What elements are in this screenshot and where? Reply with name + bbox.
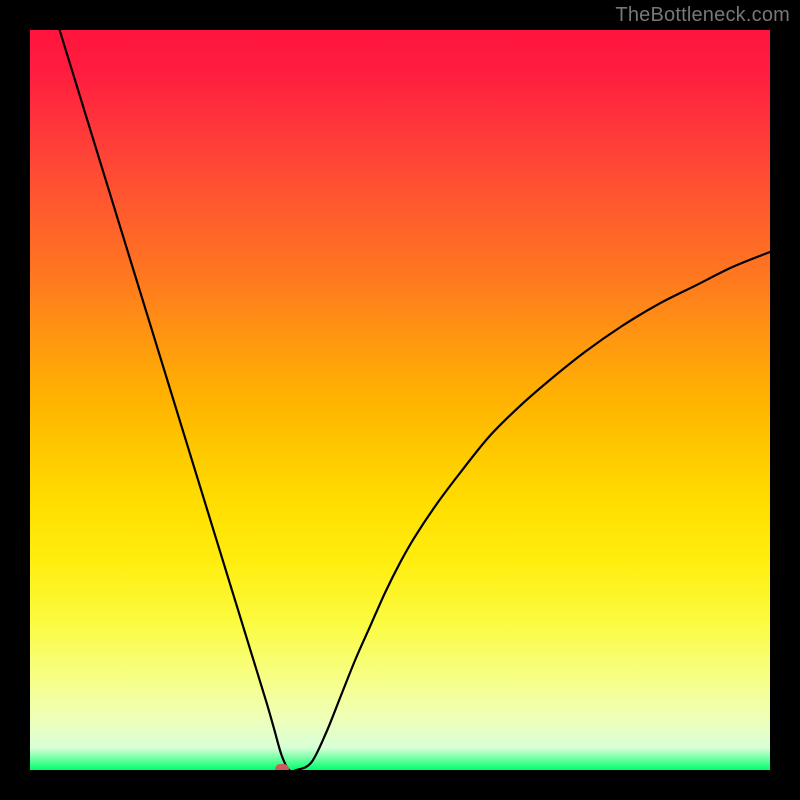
optimal-point-marker	[275, 764, 289, 770]
chart-frame: TheBottleneck.com	[0, 0, 800, 800]
plot-area	[30, 30, 770, 770]
watermark-text: TheBottleneck.com	[615, 4, 790, 27]
curve-svg	[30, 30, 770, 770]
bottleneck-curve	[60, 30, 770, 770]
